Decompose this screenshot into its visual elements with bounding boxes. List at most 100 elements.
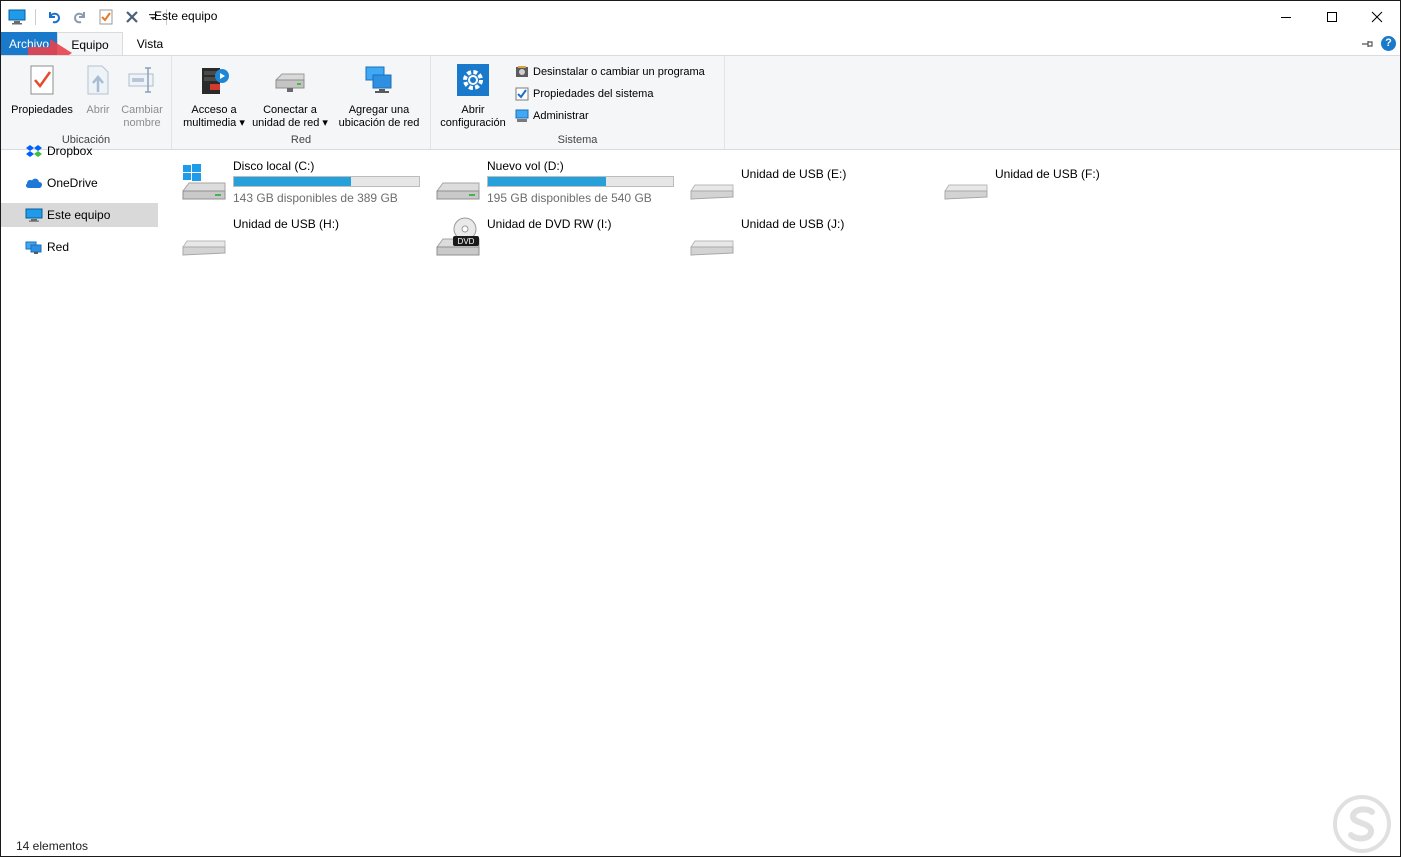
nav-label-dropbox: Dropbox (47, 144, 93, 158)
usb-drive-icon (689, 161, 735, 201)
usb-drive-icon (181, 217, 227, 257)
agregar-label: Agregar una (348, 104, 410, 116)
nav-item-onedrive[interactable]: OneDrive (1, 171, 158, 195)
group-label-sistema: Sistema (557, 134, 598, 146)
nombre-label: nombre (123, 117, 161, 129)
ubicacion-red-label: ubicación de red (338, 117, 420, 129)
group-sistema: Abrir configuración Desinstalar o cambia… (431, 56, 725, 149)
dvd-drive-icon: DVD (435, 217, 481, 257)
watermark-logo-icon (1333, 795, 1391, 853)
dropbox-icon (25, 143, 43, 159)
drive-name: Disco local (C:) (233, 159, 315, 173)
drive-usage-fill (488, 177, 607, 186)
system-properties-icon (515, 87, 529, 101)
abrir-config-label: Abrir (461, 104, 485, 116)
configuracion-label: configuración (440, 117, 506, 129)
delete-x-icon[interactable] (122, 7, 142, 27)
properties-icon (25, 62, 59, 98)
navigation-pane: Dropbox OneDrive Este equipo Red (1, 144, 161, 829)
ribbon-tabs: Archivo Equipo Vista ? (1, 32, 1400, 56)
drive-item-d[interactable]: Nuevo vol (D:) 195 GB disponibles de 540… (435, 155, 685, 205)
rename-icon (125, 62, 159, 98)
this-pc-icon (25, 207, 43, 223)
agregar-ubicacion-red-button[interactable]: Agregar una ubicación de red (334, 60, 424, 130)
drive-name: Nuevo vol (D:) (487, 159, 564, 173)
minimize-icon (1281, 16, 1291, 18)
drive-item-c[interactable]: Disco local (C:) 143 GB disponibles de 3… (181, 155, 431, 205)
multimedia-label: multimedia ▾ (183, 117, 245, 129)
propiedades-sistema-button[interactable]: Propiedades del sistema (515, 85, 653, 103)
pin-ribbon-icon[interactable] (1360, 37, 1374, 51)
settings-gear-icon (456, 62, 490, 98)
drive-name: Unidad de USB (F:) (995, 167, 1100, 181)
close-icon (1371, 11, 1383, 22)
drive-item-e[interactable]: Unidad de USB (E:) (689, 155, 939, 205)
drive-item-i[interactable]: DVD Unidad de DVD RW (I:) (435, 211, 685, 261)
drive-usage-fill (234, 177, 351, 186)
drive-name: Unidad de USB (E:) (741, 167, 847, 181)
drive-free-space: 195 GB disponibles de 540 GB (487, 191, 652, 205)
drive-item-j[interactable]: Unidad de USB (J:) (689, 211, 939, 261)
maximize-icon (1327, 11, 1337, 22)
drive-name: Unidad de DVD RW (I:) (487, 217, 612, 231)
computer-icon[interactable] (7, 7, 27, 27)
drive-usage-bar (233, 176, 420, 187)
acceso-label: Acceso a (191, 104, 237, 116)
uninstall-program-icon (515, 65, 529, 79)
nav-label-este-equipo: Este equipo (47, 208, 111, 222)
drive-free-space: 143 GB disponibles de 389 GB (233, 191, 398, 205)
explorer-window: Este equipo Archivo Equipo Vista ? Propi… (0, 0, 1401, 857)
title-bar: Este equipo (1, 1, 1400, 32)
undo-icon[interactable] (44, 7, 64, 27)
group-red: Acceso a multimedia ▾ Conectar a unidad … (172, 56, 431, 149)
help-icon[interactable]: ? (1381, 36, 1396, 51)
desinstalar-programa-button[interactable]: Desinstalar o cambiar un programa (515, 63, 705, 81)
minimize-button[interactable] (1263, 1, 1309, 32)
group-ubicacion: Propiedades Abrir Cambiar nombre Ubicaci… (1, 56, 172, 149)
abrir-button[interactable]: Abrir (79, 60, 117, 117)
manage-computer-icon (515, 109, 529, 123)
nav-item-dropbox[interactable]: Dropbox (1, 141, 158, 161)
nav-label-onedrive: OneDrive (47, 176, 98, 190)
open-icon (81, 62, 115, 98)
propiedades-button[interactable]: Propiedades (7, 60, 77, 117)
close-button[interactable] (1354, 1, 1400, 32)
toolbar-divider (35, 9, 36, 25)
administrar-button[interactable]: Administrar (515, 107, 589, 125)
drive-item-h[interactable]: Unidad de USB (H:) (181, 211, 431, 261)
redo-icon[interactable] (70, 7, 90, 27)
media-access-icon (197, 62, 231, 98)
nav-label-red: Red (47, 240, 70, 254)
usb-drive-icon (943, 161, 989, 201)
conectar-label: Conectar a (263, 104, 317, 116)
ribbon: Propiedades Abrir Cambiar nombre Ubicaci… (1, 55, 1400, 150)
drive-item-f[interactable]: Unidad de USB (F:) (943, 155, 1193, 205)
properties-check-icon[interactable] (96, 7, 116, 27)
administrar-label: Administrar (533, 110, 589, 122)
nav-item-este-equipo[interactable]: Este equipo (1, 203, 158, 227)
propiedades-label: Propiedades (11, 104, 73, 116)
drive-name: Unidad de USB (J:) (741, 217, 845, 231)
abrir-configuracion-button[interactable]: Abrir configuración (435, 60, 511, 130)
cambiar-label: Cambiar (121, 104, 163, 116)
propiedades-sistema-label: Propiedades del sistema (533, 88, 654, 100)
tab-vista[interactable]: Vista (125, 32, 175, 56)
abrir-label: Abrir (86, 104, 110, 116)
hard-drive-icon (435, 161, 481, 201)
map-network-drive-icon (273, 62, 307, 98)
maximize-button[interactable] (1309, 1, 1355, 32)
network-icon (25, 239, 43, 255)
dvd-badge: DVD (458, 237, 475, 246)
cambiar-nombre-button[interactable]: Cambiar nombre (117, 60, 167, 130)
group-label-red: Red (290, 134, 312, 146)
quick-access-toolbar (7, 7, 169, 27)
acceso-multimedia-button[interactable]: Acceso a multimedia ▾ (176, 60, 252, 130)
nav-item-red[interactable]: Red (1, 235, 158, 259)
onedrive-cloud-icon (25, 175, 43, 191)
desinstalar-label: Desinstalar o cambiar un programa (533, 66, 705, 78)
windows-drive-icon (181, 161, 227, 201)
status-item-count: 14 elementos (16, 839, 89, 853)
add-network-location-icon (362, 62, 396, 98)
conectar-unidad-red-button[interactable]: Conectar a unidad de red ▾ (248, 60, 332, 130)
unidad-red-label: unidad de red ▾ (252, 117, 328, 129)
